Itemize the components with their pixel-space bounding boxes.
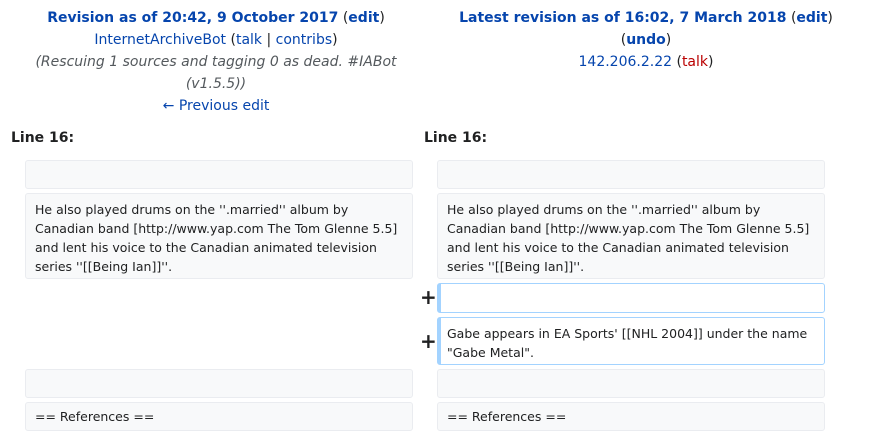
left-revision-title[interactable]: Revision as of 20:42, 9 October 2017 — [47, 10, 338, 26]
left-context-empty-1 — [25, 160, 413, 189]
right-revision-title[interactable]: Latest revision as of 16:02, 7 March 201… — [459, 10, 786, 26]
left-context-paragraph: He also played drums on the ''.married''… — [25, 193, 413, 279]
left-revision-header: Revision as of 20:42, 9 October 2017 (ed… — [0, 7, 432, 117]
right-talk-link[interactable]: talk — [682, 54, 708, 70]
undo-link[interactable]: undo — [626, 32, 666, 48]
right-user-ip-link[interactable]: 142.206.2.22 — [579, 54, 673, 70]
right-context-paragraph: He also played drums on the ''.married''… — [437, 193, 825, 279]
left-user-link[interactable]: InternetArchiveBot — [94, 32, 226, 48]
left-contribs-link[interactable]: contribs — [276, 32, 332, 48]
left-edit-link[interactable]: edit — [348, 10, 379, 26]
right-references-heading: == References == — [437, 402, 825, 431]
added-line-marker: + — [420, 329, 437, 353]
edit-summary-line1: (Rescuing 1 sources and tagging 0 as dea… — [35, 54, 397, 70]
previous-edit-link[interactable]: ← Previous edit — [163, 98, 270, 114]
right-line-number: Line 16: — [424, 130, 488, 146]
edit-summary-line2: (v1.5.5)) — [185, 76, 247, 92]
right-context-empty-1 — [437, 160, 825, 189]
right-edit-link[interactable]: edit — [796, 10, 827, 26]
added-paragraph: Gabe appears in EA Sports' [[NHL 2004]] … — [437, 317, 825, 365]
left-references-heading: == References == — [25, 402, 413, 431]
left-context-empty-2 — [25, 369, 413, 398]
left-talk-link[interactable]: talk — [236, 32, 262, 48]
added-empty-line — [437, 283, 825, 313]
right-revision-header: Latest revision as of 16:02, 7 March 201… — [459, 10, 833, 70]
added-line-marker: + — [420, 285, 437, 309]
right-context-empty-2 — [437, 369, 825, 398]
left-line-number: Line 16: — [11, 130, 75, 146]
